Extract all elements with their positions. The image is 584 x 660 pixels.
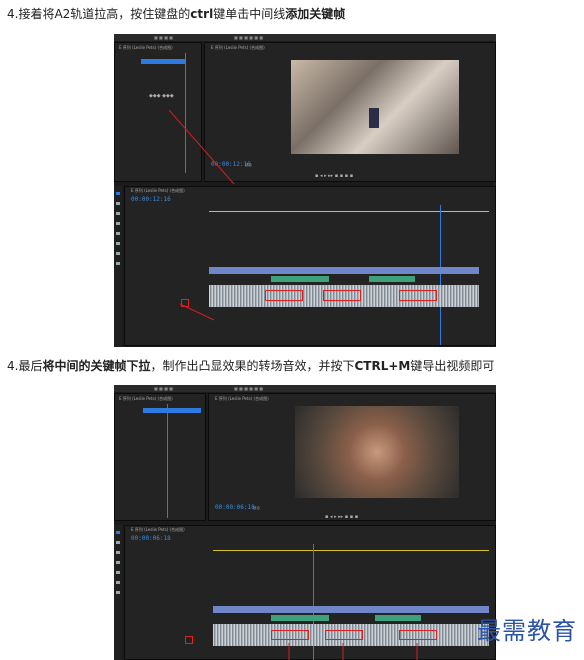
- caption-bold: 将中间的关键帧下拉: [42, 359, 151, 373]
- annotation-arrow: [179, 303, 215, 321]
- premiere-screenshot-2: ■ ■ ■ ■ ■ ■ ■ ■ ■ ■ E 序列 (Leslie Pets) (合…: [114, 385, 496, 660]
- caption-bold: ctrl: [190, 7, 214, 21]
- caption-text: 键导出视频即可: [410, 359, 495, 373]
- caption-text: 4.接着将A2轨道拉高，按住键盘的: [7, 7, 191, 21]
- watermark-logo: 最需教育: [477, 617, 577, 645]
- caption-bold: 添加关键帧: [285, 7, 346, 21]
- annotation-arrow: [168, 109, 235, 185]
- premiere-screenshot-1: ■ ■ ■ ■ ■ ■ ■ ■ ■ ■ E 序列 (Leslie Pets) (合…: [114, 34, 496, 347]
- step-caption-1: 4.接着将A2轨道拉高，按住键盘的ctrl键单击中间线添加关键帧: [7, 6, 345, 22]
- step-caption-2: 4.最后将中间的关键帧下拉，制作出凸显效果的转场音效，并按下CTRL+M键导出视…: [7, 358, 494, 374]
- annotation-arrows: [168, 109, 235, 321]
- caption-text: 4.最后: [7, 359, 43, 373]
- caption-text: ，制作出凸显效果的转场音效，并按下: [150, 359, 355, 373]
- caption-bold: CTRL+M: [354, 359, 411, 373]
- caption-text: 键单击中间线: [213, 7, 286, 21]
- annotation-arrows: [288, 643, 418, 660]
